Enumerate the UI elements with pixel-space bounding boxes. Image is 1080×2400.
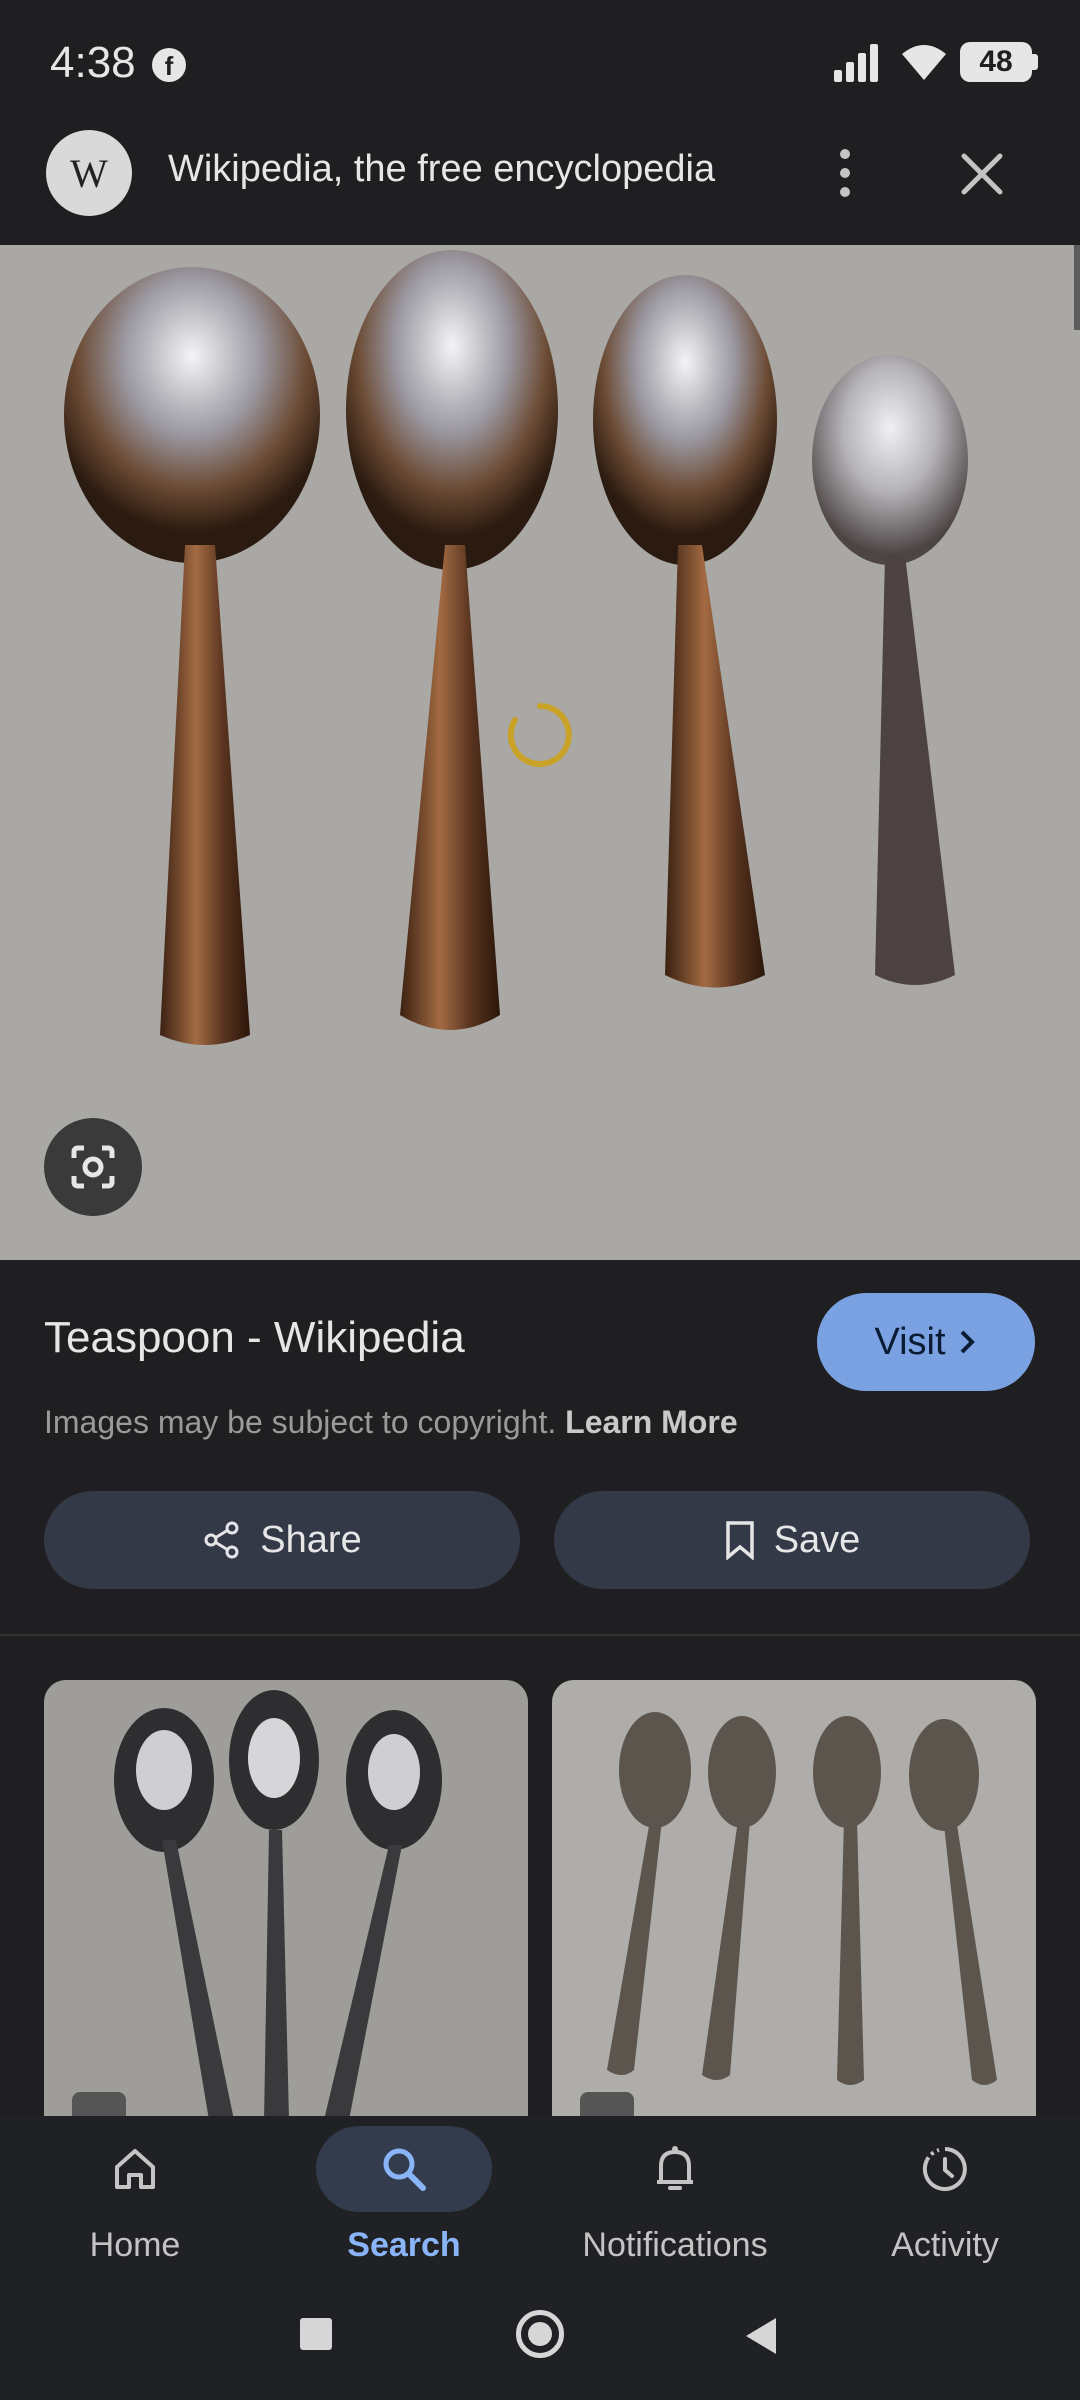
save-label: Save xyxy=(773,1518,861,1561)
lens-icon xyxy=(71,1145,115,1189)
nav-home[interactable]: Home xyxy=(15,2126,255,2265)
back-button[interactable] xyxy=(742,2316,778,2356)
nav-activity-label: Activity xyxy=(891,2226,999,2264)
related-image-2[interactable] xyxy=(552,1680,1036,2120)
share-button[interactable]: Share xyxy=(44,1491,520,1589)
home-icon xyxy=(115,2149,155,2189)
facebook-icon: f xyxy=(152,48,186,82)
visit-button[interactable]: Visit xyxy=(817,1293,1035,1391)
close-icon[interactable] xyxy=(958,150,1006,198)
bell-icon xyxy=(657,2146,693,2190)
share-label: Share xyxy=(260,1518,362,1561)
scrollbar[interactable] xyxy=(1074,245,1080,330)
search-icon xyxy=(383,2148,426,2191)
copyright-notice: Images may be subject to copyright. Lear… xyxy=(44,1404,738,1441)
nav-notifications[interactable]: Notifications xyxy=(555,2126,795,2265)
home-system-button[interactable] xyxy=(516,2310,564,2358)
source-title[interactable]: Wikipedia, the free encyclopedia xyxy=(168,148,715,191)
bookmark-icon xyxy=(725,1521,754,1560)
nav-search[interactable]: Search xyxy=(284,2126,524,2265)
nav-home-label: Home xyxy=(89,2226,181,2264)
more-options-icon[interactable] xyxy=(830,146,860,200)
share-icon xyxy=(204,1521,239,1559)
related-image-2-illustration xyxy=(607,1712,997,2085)
nav-notifications-label: Notifications xyxy=(582,2226,768,2264)
save-button[interactable]: Save xyxy=(554,1491,1030,1589)
wifi-icon xyxy=(902,45,946,80)
signal-icon xyxy=(834,44,878,82)
learn-more-link[interactable]: Learn More xyxy=(565,1404,737,1440)
chevron-right-icon xyxy=(960,1330,975,1354)
battery-tip xyxy=(1032,54,1038,70)
source-avatar[interactable]: W xyxy=(46,130,132,216)
recent-apps-button[interactable] xyxy=(300,2318,332,2350)
visit-label: Visit xyxy=(874,1320,946,1363)
copyright-text: Images may be subject to copyright. xyxy=(44,1404,557,1440)
related-image-1[interactable] xyxy=(44,1680,528,2120)
result-title: Teaspoon - Wikipedia xyxy=(44,1313,465,1362)
divider xyxy=(0,1634,1080,1636)
status-time: 4:38 xyxy=(50,38,136,87)
google-lens-button[interactable] xyxy=(44,1118,142,1216)
related-image-1-illustration xyxy=(114,1690,442,2120)
loading-spinner-icon xyxy=(507,703,572,767)
activity-icon xyxy=(922,2147,967,2191)
battery-icon: 48 xyxy=(960,42,1032,82)
nav-search-label: Search xyxy=(347,2226,461,2264)
nav-activity[interactable]: Activity xyxy=(825,2126,1065,2265)
